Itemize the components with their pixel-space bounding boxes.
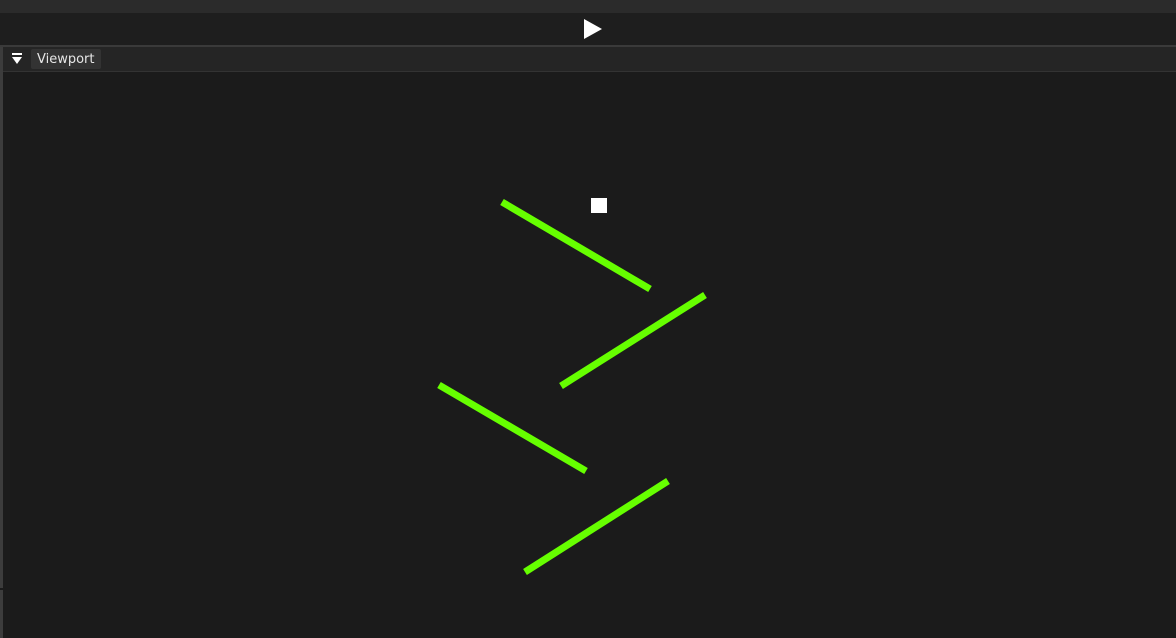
- viewport-canvas[interactable]: [3, 72, 1176, 638]
- viewport-tab[interactable]: Viewport: [31, 49, 101, 69]
- play-icon: [584, 19, 602, 39]
- play-button[interactable]: [578, 16, 604, 42]
- square-player-icon: [591, 198, 607, 213]
- collapse-bar: [12, 53, 22, 55]
- editor-window: Viewport: [0, 0, 1176, 638]
- toolbar: [0, 13, 1176, 47]
- platform-1: [500, 198, 652, 293]
- collapse-arrow: [12, 57, 22, 64]
- platform-4: [523, 478, 670, 575]
- scene-svg: [437, 198, 707, 575]
- collapse-toggle-icon[interactable]: [9, 51, 25, 67]
- platform-2: [559, 292, 707, 389]
- title-strip: [0, 0, 1176, 13]
- viewport-panel-header: Viewport: [3, 47, 1176, 72]
- platform-3: [437, 381, 588, 475]
